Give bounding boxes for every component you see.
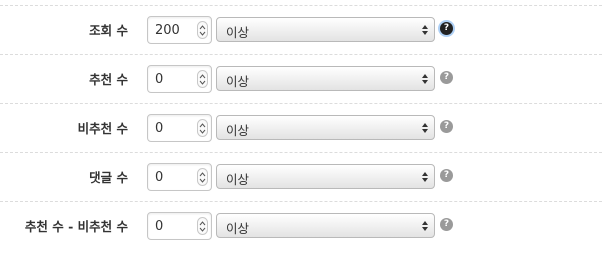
stepper-spin-icon[interactable]: [197, 21, 208, 39]
stepper-spin-icon[interactable]: [197, 70, 208, 88]
comments-operator-select[interactable]: 이상: [216, 164, 435, 189]
question-circle-icon[interactable]: ?: [440, 218, 453, 231]
stepper-spin-icon[interactable]: [197, 119, 208, 137]
recommend-label: 추천 수: [89, 72, 128, 87]
downvote-stepper[interactable]: 0: [147, 114, 212, 142]
net-votes-value[interactable]: 0: [155, 219, 163, 234]
stepper-spin-icon[interactable]: [197, 217, 208, 235]
row-comments: 댓글 수 0 이상 ?: [0, 152, 602, 201]
views-operator-value: 이상: [226, 25, 250, 40]
comments-value[interactable]: 0: [155, 170, 163, 185]
net-votes-operator-select[interactable]: 이상: [216, 213, 435, 238]
recommend-value[interactable]: 0: [155, 72, 163, 87]
comments-operator-value: 이상: [226, 172, 250, 187]
net-votes-stepper[interactable]: 0: [147, 212, 212, 240]
question-circle-icon[interactable]: ?: [440, 169, 453, 182]
downvote-label: 비추천 수: [77, 121, 128, 136]
row-downvote: 비추천 수 0 이상 ?: [0, 103, 602, 152]
downvote-operator-value: 이상: [226, 123, 250, 138]
filter-form: 조회 수 200 이상 ? 추천 수 0 이상 ? 비추천 수 0 이상 ? 댓…: [0, 0, 602, 262]
updown-arrows-icon: [422, 172, 428, 182]
updown-arrows-icon: [422, 221, 428, 231]
question-circle-icon[interactable]: ?: [440, 22, 453, 35]
views-value[interactable]: 200: [155, 23, 180, 38]
stepper-spin-icon[interactable]: [197, 168, 208, 186]
net-votes-operator-value: 이상: [226, 221, 250, 236]
downvote-value[interactable]: 0: [155, 121, 163, 136]
views-label: 조회 수: [89, 23, 128, 38]
row-net-votes: 추천 수 - 비추천 수 0 이상 ?: [0, 201, 602, 250]
views-operator-select[interactable]: 이상: [216, 17, 435, 42]
views-stepper[interactable]: 200: [147, 16, 212, 44]
row-views: 조회 수 200 이상 ?: [0, 5, 602, 54]
recommend-operator-value: 이상: [226, 74, 250, 89]
question-circle-icon[interactable]: ?: [440, 120, 453, 133]
question-circle-icon[interactable]: ?: [440, 71, 453, 84]
recommend-operator-select[interactable]: 이상: [216, 66, 435, 91]
updown-arrows-icon: [422, 74, 428, 84]
net-votes-label: 추천 수 - 비추천 수: [24, 219, 128, 234]
recommend-stepper[interactable]: 0: [147, 65, 212, 93]
comments-stepper[interactable]: 0: [147, 163, 212, 191]
updown-arrows-icon: [422, 123, 428, 133]
downvote-operator-select[interactable]: 이상: [216, 115, 435, 140]
row-recommend: 추천 수 0 이상 ?: [0, 54, 602, 103]
updown-arrows-icon: [422, 25, 428, 35]
comments-label: 댓글 수: [89, 170, 128, 185]
